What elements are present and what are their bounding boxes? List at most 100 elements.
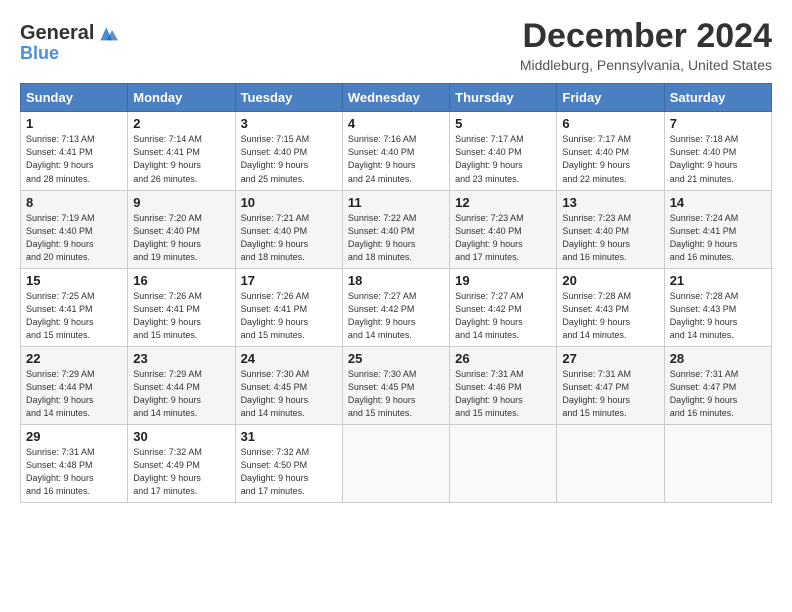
header-sunday: Sunday [21,84,128,112]
day-cell: 28Sunrise: 7:31 AMSunset: 4:47 PMDayligh… [664,346,771,424]
week-row-1: 1 Sunrise: 7:13 AMSunset: 4:41 PMDaylight… [21,112,772,190]
day-number: 27 [562,351,658,366]
day-cell: 29Sunrise: 7:31 AMSunset: 4:48 PMDayligh… [21,425,128,503]
day-number: 22 [26,351,122,366]
day-info: Sunrise: 7:14 AMSunset: 4:41 PMDaylight:… [133,133,229,185]
day-number: 1 [26,116,122,131]
day-number: 28 [670,351,766,366]
day-number: 26 [455,351,551,366]
title-block: December 2024 Middleburg, Pennsylvania, … [520,18,772,73]
day-cell: 5Sunrise: 7:17 AMSunset: 4:40 PMDaylight… [450,112,557,190]
day-cell: 21 Sunrise: 7:28 AMSunset: 4:43 PMDayligh… [664,268,771,346]
day-info: Sunrise: 7:15 AMSunset: 4:40 PMDaylight:… [241,133,337,185]
day-number: 8 [26,195,122,210]
header: General Blue December 2024 Middleburg, P… [20,18,772,73]
header-saturday: Saturday [664,84,771,112]
day-cell: 25 Sunrise: 7:30 AMSunset: 4:45 PMDayligh… [342,346,449,424]
month-title: December 2024 [520,18,772,55]
logo-icon [96,22,118,44]
day-number: 4 [348,116,444,131]
day-info: Sunrise: 7:13 AMSunset: 4:41 PMDaylight:… [26,133,122,185]
day-info: Sunrise: 7:31 AMSunset: 4:47 PMDaylight:… [562,368,658,420]
day-number: 21 [670,273,766,288]
day-number: 14 [670,195,766,210]
day-number: 15 [26,273,122,288]
day-info: Sunrise: 7:28 AMSunset: 4:43 PMDaylight:… [562,290,658,342]
day-cell: 10 Sunrise: 7:21 AMSunset: 4:40 PMDayligh… [235,190,342,268]
calendar-table: SundayMondayTuesdayWednesdayThursdayFrid… [20,83,772,503]
day-info: Sunrise: 7:24 AMSunset: 4:41 PMDaylight:… [670,212,766,264]
day-cell: 17Sunrise: 7:26 AMSunset: 4:41 PMDayligh… [235,268,342,346]
day-cell: 16Sunrise: 7:26 AMSunset: 4:41 PMDayligh… [128,268,235,346]
day-number: 9 [133,195,229,210]
day-info: Sunrise: 7:19 AMSunset: 4:40 PMDaylight:… [26,212,122,264]
day-info: Sunrise: 7:26 AMSunset: 4:41 PMDaylight:… [241,290,337,342]
day-number: 24 [241,351,337,366]
day-cell: 19 Sunrise: 7:27 AMSunset: 4:42 PMDayligh… [450,268,557,346]
header-thursday: Thursday [450,84,557,112]
week-row-5: 29Sunrise: 7:31 AMSunset: 4:48 PMDayligh… [21,425,772,503]
day-number: 2 [133,116,229,131]
day-cell: 2 Sunrise: 7:14 AMSunset: 4:41 PMDaylight… [128,112,235,190]
logo: General Blue [20,22,118,62]
day-cell: 6 Sunrise: 7:17 AMSunset: 4:40 PMDaylight… [557,112,664,190]
day-number: 25 [348,351,444,366]
day-cell: 23Sunrise: 7:29 AMSunset: 4:44 PMDayligh… [128,346,235,424]
day-cell: 8 Sunrise: 7:19 AMSunset: 4:40 PMDaylight… [21,190,128,268]
day-number: 12 [455,195,551,210]
day-cell: 12 Sunrise: 7:23 AMSunset: 4:40 PMDayligh… [450,190,557,268]
day-cell: 3Sunrise: 7:15 AMSunset: 4:40 PMDaylight… [235,112,342,190]
day-cell: 22 Sunrise: 7:29 AMSunset: 4:44 PMDayligh… [21,346,128,424]
day-info: Sunrise: 7:28 AMSunset: 4:43 PMDaylight:… [670,290,766,342]
day-cell [342,425,449,503]
day-info: Sunrise: 7:32 AMSunset: 4:50 PMDaylight:… [241,446,337,498]
header-friday: Friday [557,84,664,112]
day-cell: 27 Sunrise: 7:31 AMSunset: 4:47 PMDayligh… [557,346,664,424]
day-number: 18 [348,273,444,288]
day-number: 6 [562,116,658,131]
day-cell: 9Sunrise: 7:20 AMSunset: 4:40 PMDaylight… [128,190,235,268]
day-info: Sunrise: 7:27 AMSunset: 4:42 PMDaylight:… [348,290,444,342]
day-info: Sunrise: 7:29 AMSunset: 4:44 PMDaylight:… [26,368,122,420]
day-info: Sunrise: 7:23 AMSunset: 4:40 PMDaylight:… [562,212,658,264]
header-monday: Monday [128,84,235,112]
day-info: Sunrise: 7:17 AMSunset: 4:40 PMDaylight:… [562,133,658,185]
day-cell: 24Sunrise: 7:30 AMSunset: 4:45 PMDayligh… [235,346,342,424]
day-info: Sunrise: 7:31 AMSunset: 4:46 PMDaylight:… [455,368,551,420]
week-row-2: 8 Sunrise: 7:19 AMSunset: 4:40 PMDaylight… [21,190,772,268]
day-info: Sunrise: 7:16 AMSunset: 4:40 PMDaylight:… [348,133,444,185]
day-cell: 7 Sunrise: 7:18 AMSunset: 4:40 PMDaylight… [664,112,771,190]
day-info: Sunrise: 7:21 AMSunset: 4:40 PMDaylight:… [241,212,337,264]
day-info: Sunrise: 7:30 AMSunset: 4:45 PMDaylight:… [348,368,444,420]
day-cell [557,425,664,503]
day-number: 16 [133,273,229,288]
day-cell: 18 Sunrise: 7:27 AMSunset: 4:42 PMDayligh… [342,268,449,346]
day-number: 20 [562,273,658,288]
logo-line2: Blue [20,44,118,62]
day-cell [664,425,771,503]
day-cell: 4 Sunrise: 7:16 AMSunset: 4:40 PMDaylight… [342,112,449,190]
day-number: 19 [455,273,551,288]
day-number: 7 [670,116,766,131]
day-info: Sunrise: 7:18 AMSunset: 4:40 PMDaylight:… [670,133,766,185]
day-info: Sunrise: 7:25 AMSunset: 4:41 PMDaylight:… [26,290,122,342]
day-info: Sunrise: 7:27 AMSunset: 4:42 PMDaylight:… [455,290,551,342]
day-number: 23 [133,351,229,366]
day-cell: 20 Sunrise: 7:28 AMSunset: 4:43 PMDayligh… [557,268,664,346]
location: Middleburg, Pennsylvania, United States [520,57,772,73]
day-cell: 31 Sunrise: 7:32 AMSunset: 4:50 PMDayligh… [235,425,342,503]
day-info: Sunrise: 7:23 AMSunset: 4:40 PMDaylight:… [455,212,551,264]
day-info: Sunrise: 7:31 AMSunset: 4:48 PMDaylight:… [26,446,122,498]
header-wednesday: Wednesday [342,84,449,112]
calendar-header-row: SundayMondayTuesdayWednesdayThursdayFrid… [21,84,772,112]
day-info: Sunrise: 7:32 AMSunset: 4:49 PMDaylight:… [133,446,229,498]
day-number: 10 [241,195,337,210]
day-number: 30 [133,429,229,444]
week-row-4: 22 Sunrise: 7:29 AMSunset: 4:44 PMDayligh… [21,346,772,424]
day-number: 31 [241,429,337,444]
day-cell: 30 Sunrise: 7:32 AMSunset: 4:49 PMDayligh… [128,425,235,503]
day-cell: 11Sunrise: 7:22 AMSunset: 4:40 PMDayligh… [342,190,449,268]
day-cell [450,425,557,503]
page: General Blue December 2024 Middleburg, P… [0,0,792,513]
day-cell: 15 Sunrise: 7:25 AMSunset: 4:41 PMDayligh… [21,268,128,346]
